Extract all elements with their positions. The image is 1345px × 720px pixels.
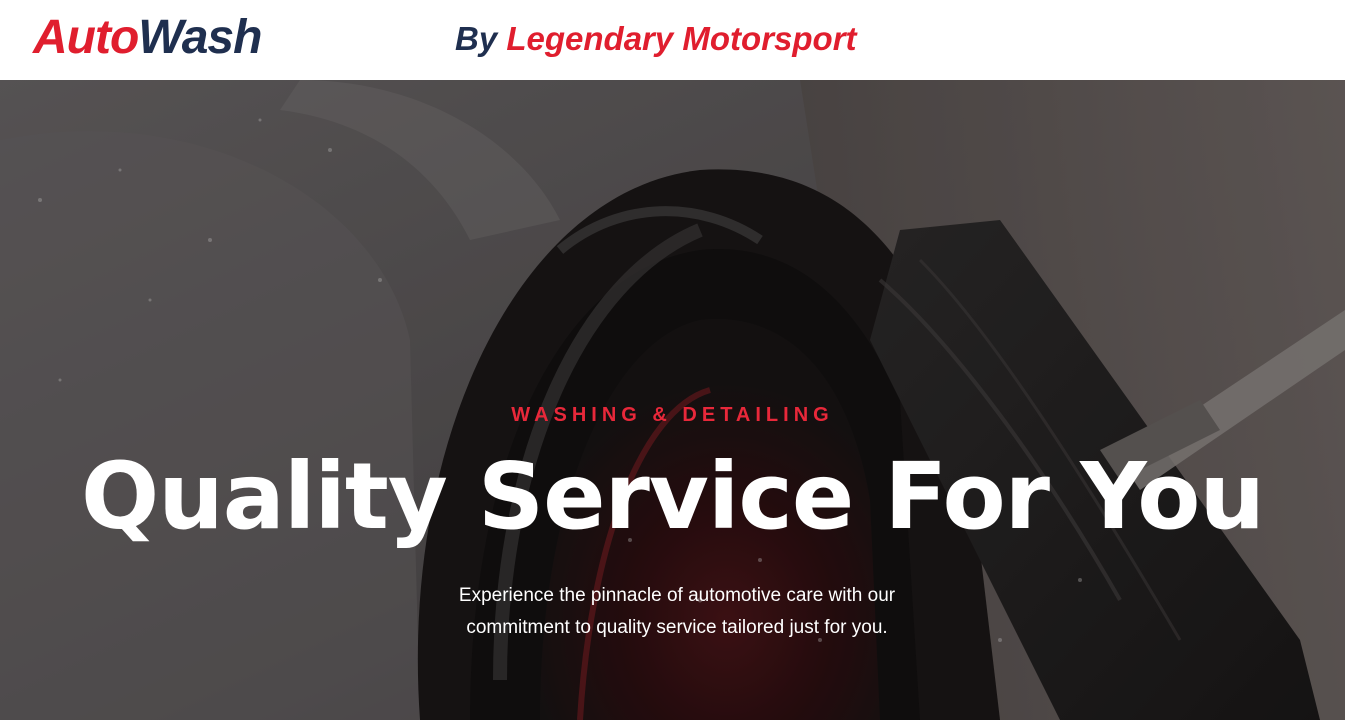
logo-auto-text: Auto [33,11,139,64]
hero-section: WASHING & DETAILING Quality Service For … [0,80,1345,720]
hero-eyebrow: WASHING & DETAILING [511,404,834,426]
site-header: AutoWash By Legendary Motorsport [0,0,1345,80]
logo-wash-text: Wash [138,11,262,64]
site-logo[interactable]: AutoWash [33,8,262,68]
hero-headline: Quality Service For You [81,443,1265,550]
brand-tagline: By Legendary Motorsport [455,19,857,59]
hero-subtext: Experience the pinnacle of automotive ca… [458,585,896,638]
tagline-by: By [455,20,498,57]
tagline-brand: Legendary Motorsport [506,20,857,57]
